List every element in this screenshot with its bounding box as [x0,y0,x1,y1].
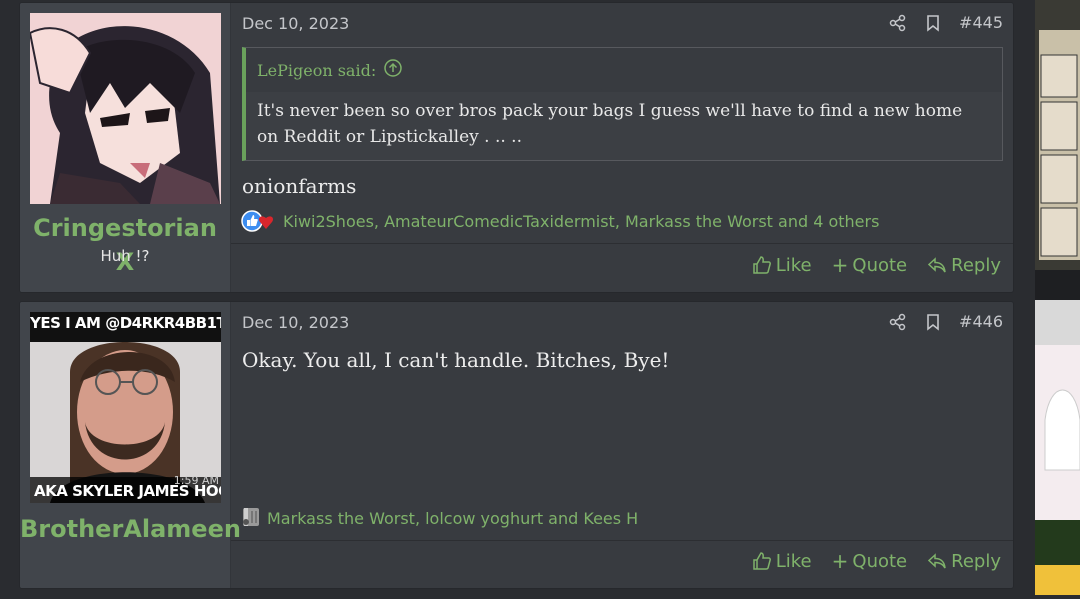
username[interactable]: BrotherAlameen [20,512,241,546]
avatar-caption-time: 1:59 AM [173,474,219,487]
post-message: Okay. You all, I can't handle. Bitches, … [242,348,670,372]
plus-icon: + [831,253,849,277]
post-tools: #446 [889,312,1003,331]
post-actions: Like + Quote Reply [752,253,1001,277]
reaction-users[interactable]: Kiwi2Shoes, AmateurComedicTaxidermist, M… [283,212,879,231]
thumbs-up-icon [753,552,771,570]
post-number[interactable]: #446 [959,312,1003,331]
quote-label: Quote [852,254,908,276]
share-icon[interactable] [889,313,907,331]
quote-button[interactable]: + Quote [832,549,908,573]
bookmark-icon[interactable] [925,14,941,32]
avatar[interactable] [30,13,221,204]
like-label: Like [775,550,812,572]
like-button[interactable]: Like [752,549,812,573]
quote-label: Quote [852,550,908,572]
reply-button[interactable]: Reply [927,549,1001,573]
username[interactable]: Cringestorian X [20,211,230,279]
plus-icon: + [831,549,849,573]
quote-text: It's never been so over bros pack your b… [257,101,963,147]
post-date[interactable]: Dec 10, 2023 [242,313,349,332]
avatar[interactable]: YES I AM @D4RKR4BB1T AKA SKYLER JAMES HO… [30,312,221,503]
heart-reaction-icon [258,216,274,229]
sidebar-ad-strip[interactable] [1035,0,1080,595]
quote-header[interactable]: LePigeon said: [246,48,1002,92]
quote-button[interactable]: + Quote [832,253,908,277]
thumbs-up-icon [753,256,771,274]
share-icon[interactable] [889,14,907,32]
post-number[interactable]: #445 [959,13,1003,32]
post-actions: Like + Quote Reply [752,549,1001,573]
reply-icon [928,553,946,569]
post-tools: #445 [889,13,1003,32]
arrow-up-circle-icon[interactable] [384,59,402,81]
post-footer-divider [231,540,1013,541]
post-main: Dec 10, 2023 #445 LePigeon said: It's ne… [231,3,1013,292]
post-footer-divider [231,243,1013,244]
reply-icon [928,257,946,273]
post-date[interactable]: Dec 10, 2023 [242,14,349,33]
reaction-bar[interactable]: Markass the Worst, lolcow yoghurt and Ke… [241,505,638,531]
post-message: onionfarms [242,174,357,198]
post-446: YES I AM @D4RKR4BB1T AKA SKYLER JAMES HO… [19,301,1014,589]
reply-button[interactable]: Reply [927,253,1001,277]
reply-label: Reply [951,550,1001,572]
post-main: Dec 10, 2023 #446 Okay. You all, I can't… [231,302,1013,588]
post-445: Cringestorian X Huh !? Dec 10, 2023 #445… [19,2,1014,293]
like-button[interactable]: Like [752,253,812,277]
reaction-icons [241,209,277,233]
avatar-caption-top: YES I AM @D4RKR4BB1T [30,314,221,332]
user-panel: Cringestorian X Huh !? [20,3,231,292]
quote-author[interactable]: LePigeon said: [257,61,376,80]
user-title: Huh !? [100,247,150,265]
bookmark-icon[interactable] [925,313,941,331]
user-panel: YES I AM @D4RKR4BB1T AKA SKYLER JAMES HO… [20,302,241,588]
trash-can-reaction-icon [241,505,261,531]
reaction-users[interactable]: Markass the Worst, lolcow yoghurt and Ke… [267,509,638,528]
reply-label: Reply [951,254,1001,276]
reaction-bar[interactable]: Kiwi2Shoes, AmateurComedicTaxidermist, M… [241,209,879,233]
like-label: Like [775,254,812,276]
quote-block: LePigeon said: It's never been so over b… [242,47,1003,161]
